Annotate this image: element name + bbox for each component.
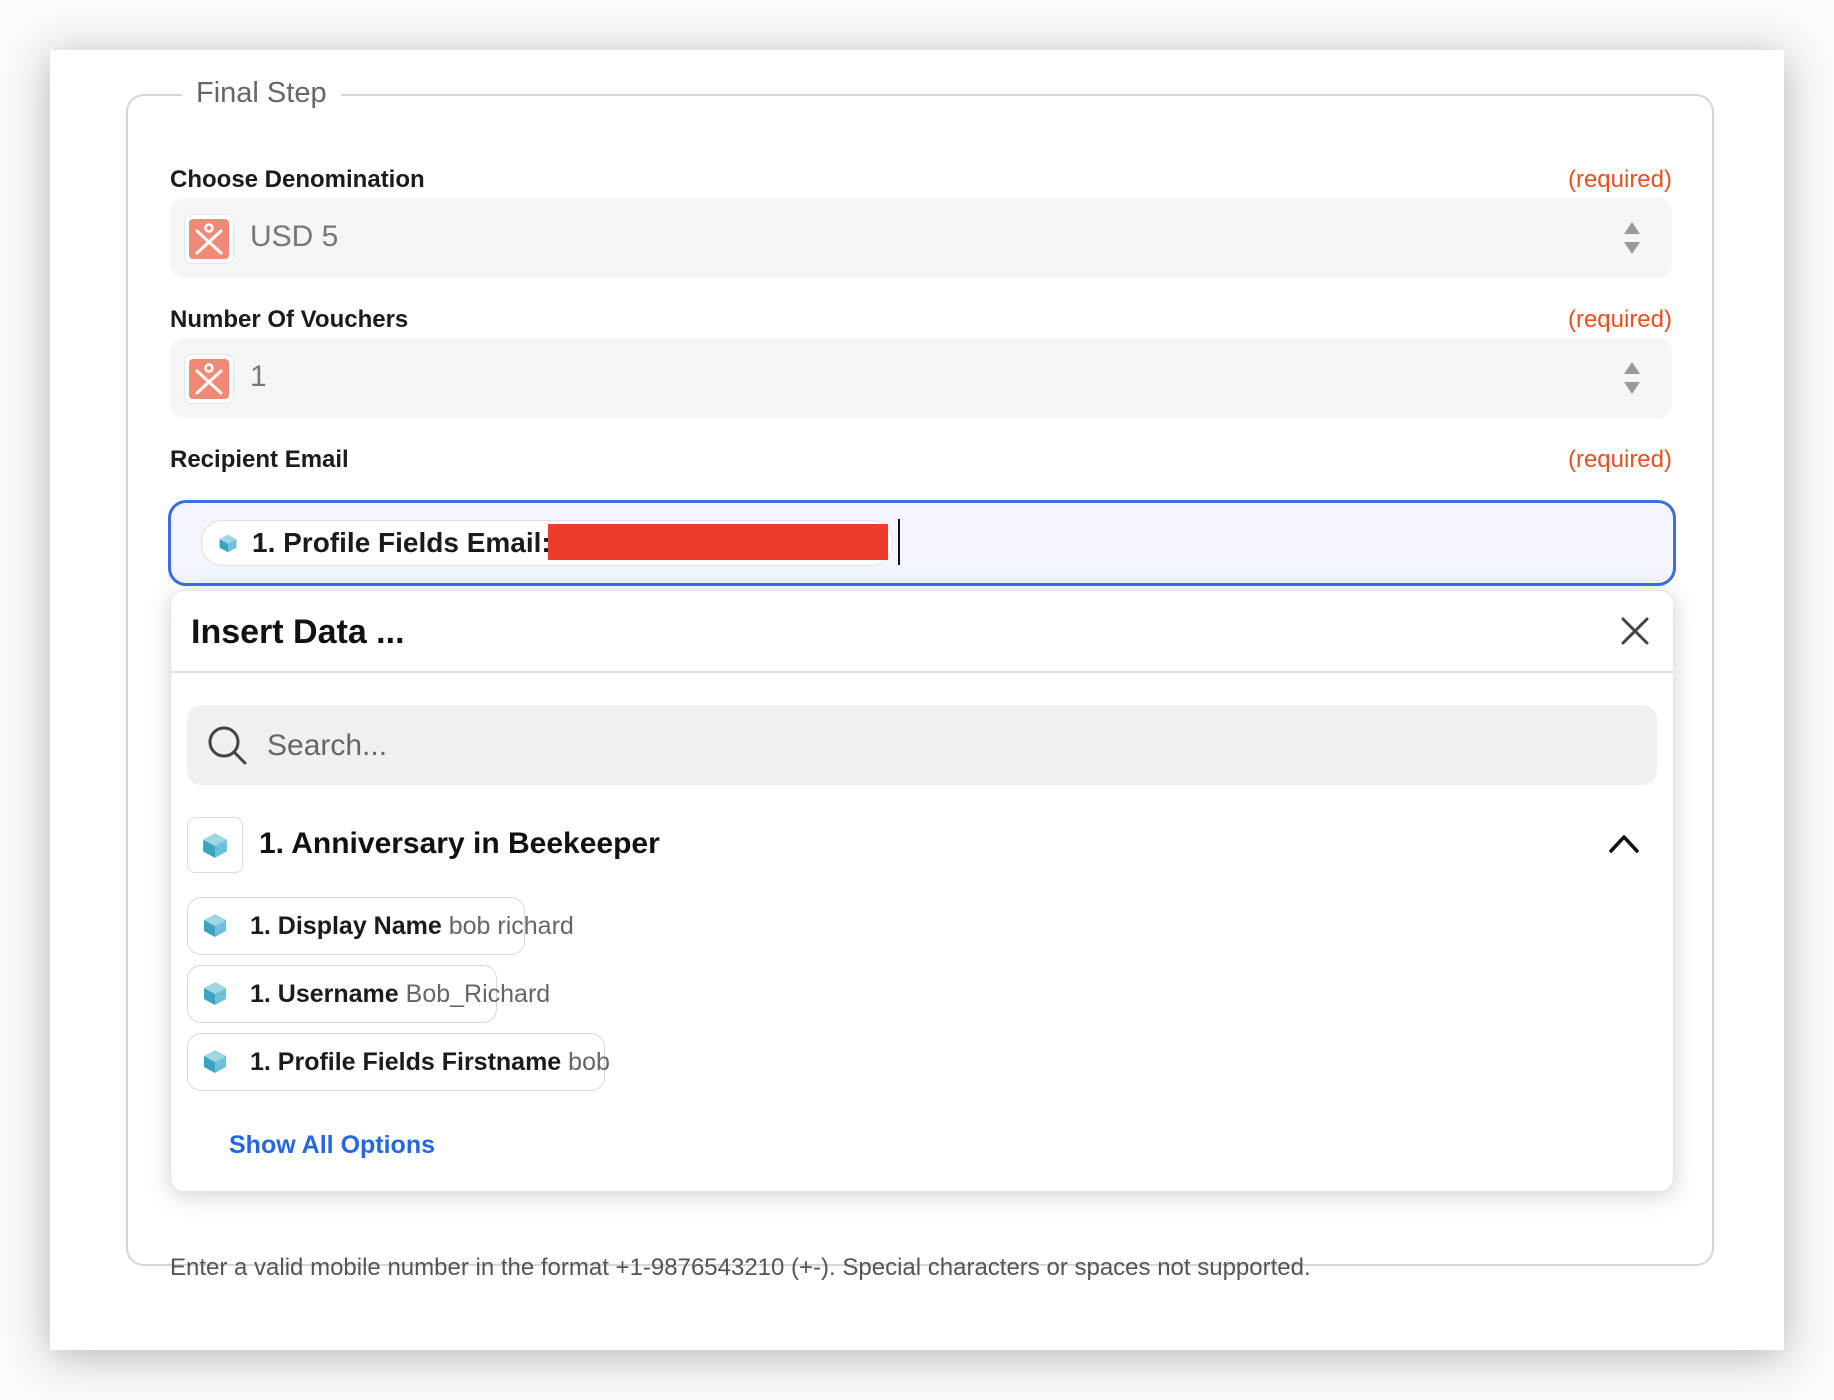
- email-required: (required): [1567, 446, 1672, 473]
- updown-arrows-icon: [1624, 362, 1640, 394]
- updown-arrows-icon: [1624, 222, 1640, 254]
- divider: [171, 671, 1673, 673]
- group-title: 1. Anniversary in Beekeeper: [259, 827, 660, 860]
- vouchers-value: 1: [250, 360, 267, 393]
- insert-data-title: Insert Data ...: [191, 613, 405, 651]
- final-step-fieldset: Final Step Choose Denomination (required…: [126, 77, 1714, 1281]
- option-value: bob: [568, 1048, 610, 1076]
- denomination-value: USD 5: [250, 220, 339, 253]
- show-all-options-link[interactable]: Show All Options: [229, 1131, 435, 1160]
- email-token-pill[interactable]: 1. Profile Fields Email:: [201, 520, 893, 566]
- option-value: Bob_Richard: [405, 980, 551, 1008]
- insert-data-panel: Insert Data ... Search... 1. Anniversary…: [170, 590, 1674, 1192]
- option-username[interactable]: 1. Username Bob_Richard: [187, 965, 550, 1023]
- text-cursor: [898, 519, 900, 565]
- option-name: 1. Display Name: [250, 912, 442, 940]
- recipient-email-input[interactable]: 1. Profile Fields Email:: [168, 500, 1676, 586]
- cube-icon: [219, 534, 237, 553]
- close-icon[interactable]: [1617, 613, 1653, 649]
- vouchers-label: Number Of Vouchers: [170, 306, 409, 333]
- vouchers-select[interactable]: 1: [170, 338, 1672, 418]
- email-label: Recipient Email: [170, 446, 349, 473]
- app-logo-icon: [184, 214, 234, 264]
- app-logo-icon: [184, 354, 234, 404]
- cube-icon: [204, 1050, 226, 1073]
- fieldset-legend: Final Step: [182, 77, 341, 110]
- step-icon: [187, 817, 243, 873]
- redacted-value: [548, 524, 888, 560]
- option-name: 1. Username: [250, 980, 399, 1008]
- chevron-up-icon[interactable]: [1607, 829, 1641, 859]
- search-box[interactable]: [187, 705, 1657, 785]
- option-firstname[interactable]: 1. Profile Fields Firstname bob: [187, 1033, 610, 1091]
- email-token-label: 1. Profile Fields Email:: [252, 527, 551, 558]
- option-display-name[interactable]: 1. Display Name bob richard: [187, 897, 574, 955]
- option-name: 1. Profile Fields Firstname: [250, 1048, 562, 1076]
- vouchers-required: (required): [1567, 306, 1672, 333]
- group-header[interactable]: 1. Anniversary in Beekeeper: [187, 817, 1657, 873]
- search-icon: [208, 726, 247, 765]
- cube-icon: [203, 833, 227, 858]
- cube-icon: [204, 982, 226, 1005]
- help-text: Enter a valid mobile number in the forma…: [170, 1254, 1311, 1281]
- denomination-label: Choose Denomination: [170, 166, 425, 193]
- option-value: bob richard: [448, 912, 574, 940]
- form-window: Final Step Choose Denomination (required…: [50, 50, 1784, 1350]
- search-input[interactable]: [265, 723, 1629, 769]
- cube-icon: [204, 914, 226, 937]
- denomination-select[interactable]: USD 5: [170, 198, 1672, 278]
- denomination-required: (required): [1567, 166, 1672, 193]
